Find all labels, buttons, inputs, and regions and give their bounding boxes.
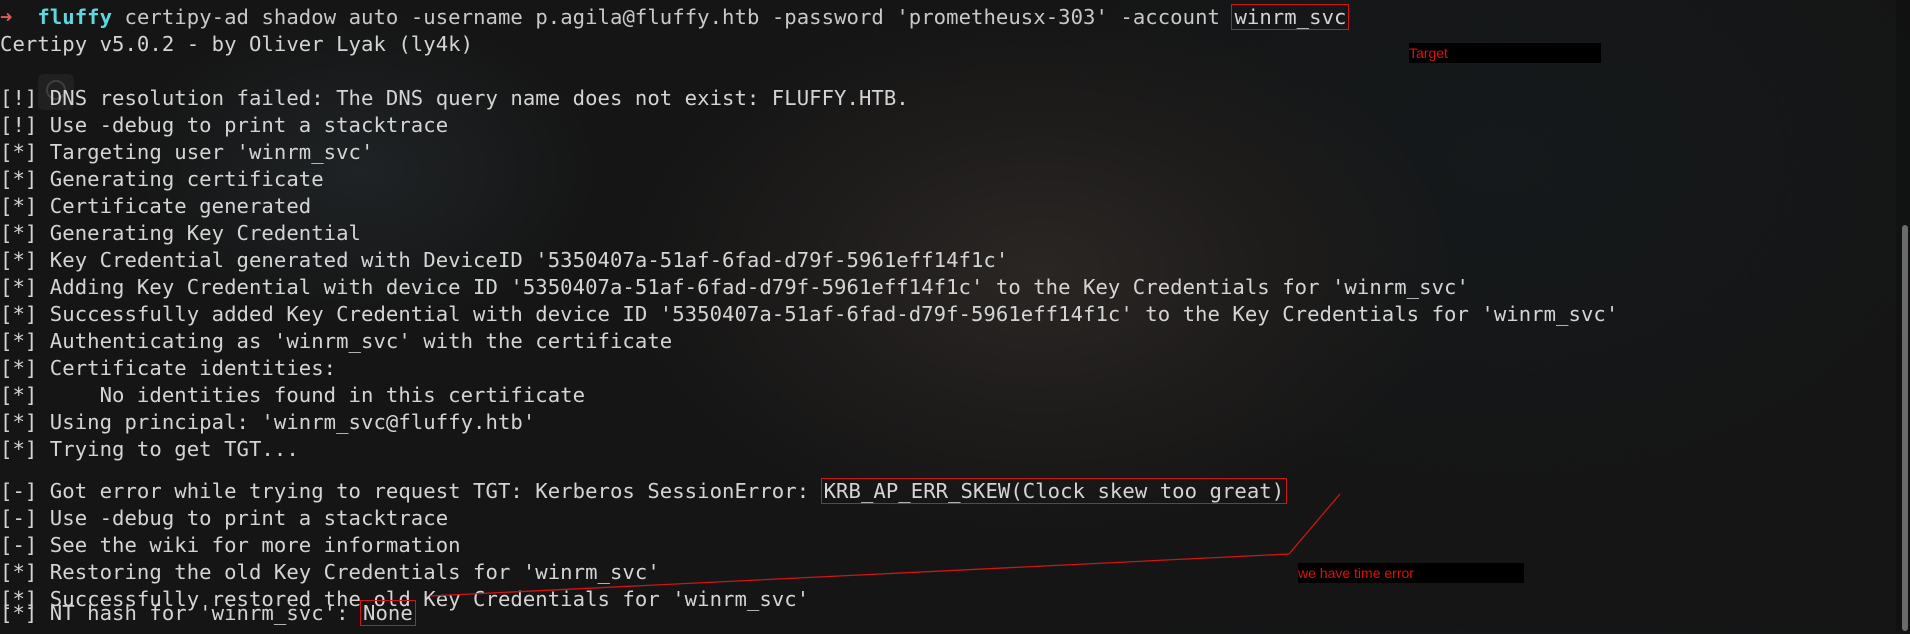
annotation-time-error-label: we have time error — [1298, 563, 1524, 583]
annotation-arrow-line — [429, 493, 1341, 597]
scrollbar-thumb[interactable] — [1902, 225, 1908, 631]
annotation-target-label: Target — [1409, 43, 1601, 63]
annotation-arrow — [429, 493, 1341, 597]
scrollbar[interactable] — [1896, 0, 1910, 631]
